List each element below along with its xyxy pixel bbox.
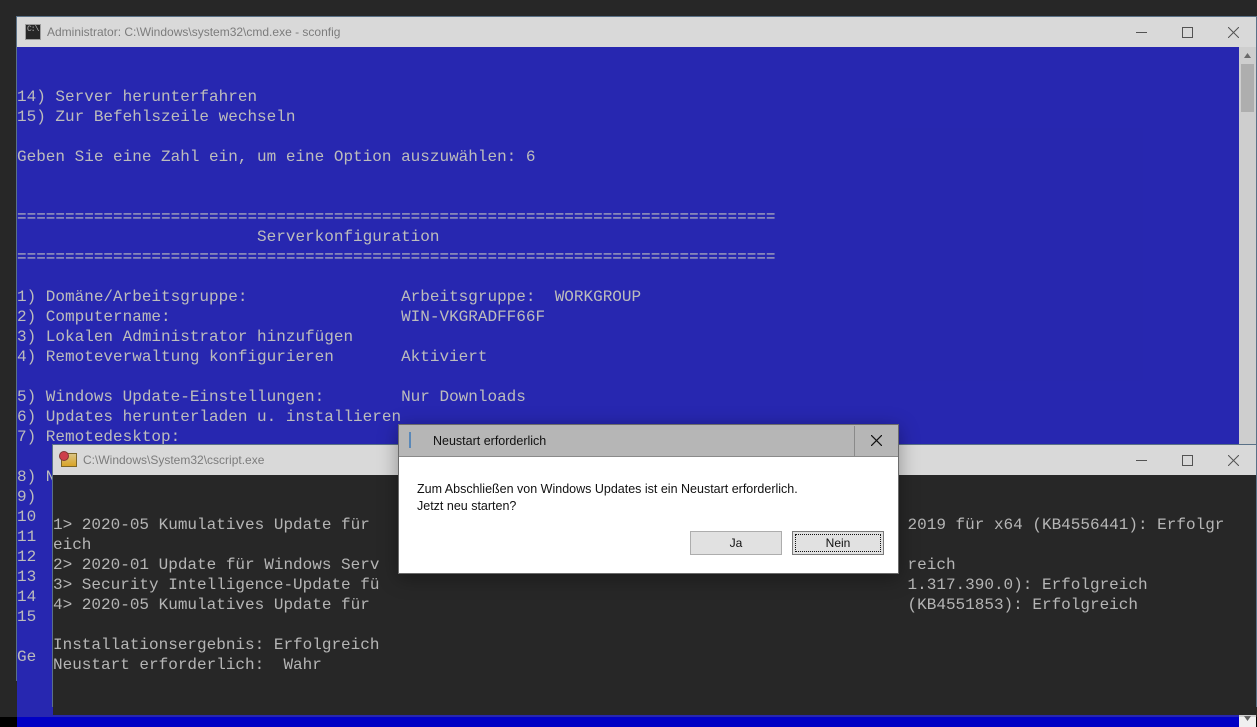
dialog-close-button[interactable] <box>854 426 898 456</box>
dialog-no-label: Nein <box>826 536 851 550</box>
cscript-close-button[interactable] <box>1210 445 1256 475</box>
cmd-minimize-button[interactable] <box>1118 17 1164 47</box>
dialog-titlebar[interactable]: Neustart erforderlich <box>399 425 898 457</box>
dialog-app-icon <box>409 433 425 449</box>
cscript-title: C:\Windows\System32\cscript.exe <box>83 453 264 467</box>
restart-required-dialog: Neustart erforderlich Zum Abschließen vo… <box>398 424 899 574</box>
cmd-titlebar[interactable]: C:\ Administrator: C:\Windows\system32\c… <box>17 17 1256 47</box>
cscript-maximize-button[interactable] <box>1164 445 1210 475</box>
cmd-close-button[interactable] <box>1210 17 1256 47</box>
dialog-message: Zum Abschließen von Windows Updates ist … <box>417 481 880 515</box>
cscript-minimize-button[interactable] <box>1118 445 1164 475</box>
dialog-yes-label: Ja <box>730 536 743 550</box>
cscript-icon <box>61 452 77 468</box>
dialog-yes-button[interactable]: Ja <box>690 531 782 555</box>
cmd-scrollbar-thumb[interactable] <box>1241 64 1254 112</box>
cmd-maximize-button[interactable] <box>1164 17 1210 47</box>
cmd-icon: C:\ <box>25 24 41 40</box>
dialog-no-button[interactable]: Nein <box>792 531 884 555</box>
dialog-title: Neustart erforderlich <box>433 434 546 448</box>
cmd-title: Administrator: C:\Windows\system32\cmd.e… <box>47 25 340 39</box>
cmd-scrollbar-up-button[interactable] <box>1239 47 1256 64</box>
